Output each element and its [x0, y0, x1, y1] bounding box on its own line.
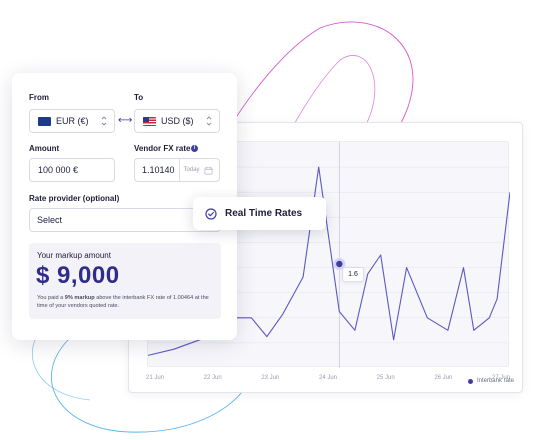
real-time-rates-label: Real Time Rates — [225, 208, 303, 219]
x-tick-label: 22 Jun — [203, 375, 222, 381]
to-currency-select[interactable]: USD ($) — [134, 109, 220, 133]
check-circle-icon — [205, 207, 217, 220]
x-axis-ticks: 21 Jun 22 Jun 23 Jun 24 Jun 25 Jun 26 Jun 27 J… — [145, 375, 510, 387]
markup-amount: $ 9,000 — [36, 262, 120, 289]
markup-title: Your markup amount — [37, 251, 111, 260]
chevron-updown-icon — [206, 116, 212, 126]
swap-icon[interactable]: ⟷ — [118, 115, 132, 126]
markup-summary: Your markup amount $ 9,000 You paid a 9%… — [29, 243, 221, 319]
vendor-rate-input[interactable]: 1.10140 Today — [134, 158, 220, 182]
x-tick-label: 26 Jun — [434, 375, 453, 381]
amount-label: Amount — [29, 144, 60, 153]
info-icon[interactable]: i — [191, 145, 198, 152]
legend-dot — [467, 378, 473, 384]
vendor-rate-label: Vendor FX rate — [134, 144, 191, 153]
vendor-rate-value: 1.10140 — [142, 165, 175, 175]
from-currency-select[interactable]: EUR (€) — [29, 109, 115, 133]
x-tick-label: 23 Jun — [261, 375, 280, 381]
highlight-point[interactable] — [336, 260, 343, 268]
markup-note-prefix: You paid a — [37, 295, 65, 301]
field-divider — [178, 159, 180, 181]
x-tick-label: 21 Jun — [145, 375, 165, 381]
amount-input[interactable]: 100 000 € — [29, 158, 115, 182]
chevron-updown-icon — [101, 116, 107, 126]
x-tick-label: 25 Jun — [376, 375, 395, 381]
us-flag-icon — [143, 116, 156, 126]
blue-curve-2 — [31, 329, 91, 401]
markup-note: You paid a 9% markup above the interbank… — [37, 294, 219, 310]
chart-tooltip: 1.6 — [342, 267, 364, 282]
x-tick-label: 24 Jun — [318, 375, 338, 381]
date-placeholder: Today — [183, 167, 200, 173]
amount-value: 100 000 € — [38, 165, 79, 175]
rate-provider-value: Select — [37, 215, 63, 225]
legend-label: Interbank rate — [476, 378, 514, 384]
to-currency-value: USD ($) — [161, 116, 194, 126]
calendar-icon[interactable] — [204, 166, 213, 175]
to-label: To — [134, 93, 144, 102]
rate-provider-label: Rate provider (optional) — [29, 194, 120, 203]
from-label: From — [29, 93, 49, 102]
markup-note-bold: 9% markup — [64, 295, 95, 301]
real-time-rates-badge[interactable]: Real Time Rates — [193, 197, 326, 230]
eu-flag-icon — [38, 116, 51, 126]
chart-legend: Interbank rate — [467, 378, 514, 384]
from-currency-value: EUR (€) — [56, 116, 89, 126]
